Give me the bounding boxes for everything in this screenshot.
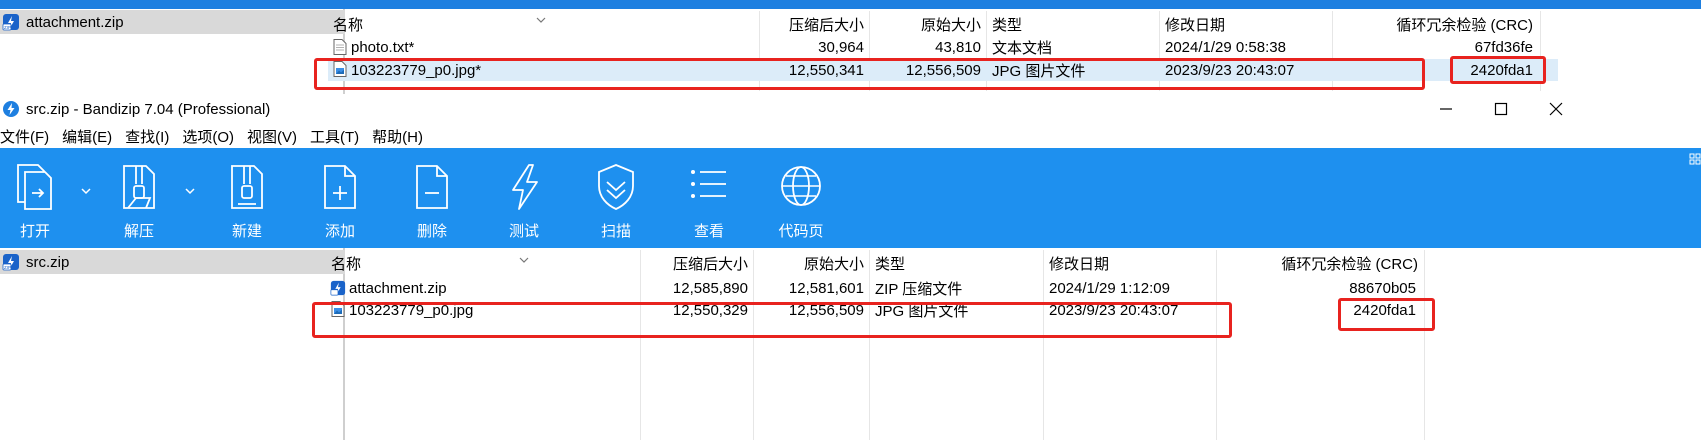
column-header-packed-size[interactable]: 压缩后大小 bbox=[648, 250, 748, 276]
menu-find[interactable]: 查找(I) bbox=[125, 126, 169, 147]
extract-button[interactable]: 解压 bbox=[98, 156, 180, 244]
add-file-icon bbox=[324, 165, 356, 209]
top-row-size: 43,810 bbox=[935, 38, 981, 56]
view-list-icon bbox=[691, 170, 726, 198]
delete-button[interactable]: 删除 bbox=[391, 156, 473, 244]
column-divider bbox=[1043, 250, 1044, 440]
file-row-type: ZIP 压缩文件 bbox=[875, 280, 963, 298]
sort-chevron-icon bbox=[536, 11, 546, 23]
column-header-type[interactable]: 类型 bbox=[992, 11, 1022, 37]
scan-label: 扫描 bbox=[600, 223, 631, 240]
column-divider bbox=[753, 250, 754, 440]
top-row-name[interactable]: photo.txt* bbox=[351, 36, 414, 58]
top-row-modified: 2024/1/29 0:58:38 bbox=[1165, 38, 1286, 56]
top-row-crc: 67fd36fe bbox=[1474, 38, 1533, 56]
extract-label: 解压 bbox=[123, 223, 154, 240]
column-header-type[interactable]: 类型 bbox=[875, 250, 905, 276]
close-button[interactable] bbox=[1541, 94, 1571, 124]
file-list bbox=[347, 248, 1701, 440]
tree-item-attachment-zip[interactable]: ZIP attachment.zip bbox=[0, 10, 345, 34]
minimize-icon bbox=[1440, 108, 1452, 110]
svg-text:ZIP: ZIP bbox=[4, 25, 11, 30]
tree-item-label: attachment.zip bbox=[26, 13, 124, 31]
scan-shield-icon bbox=[598, 164, 634, 210]
file-row-modified: 2024/1/29 1:12:09 bbox=[1049, 279, 1170, 297]
column-header-crc[interactable]: 循环冗余检验 (CRC) bbox=[1222, 250, 1418, 276]
file-row-size: 12,581,601 bbox=[788, 279, 864, 297]
minimize-button[interactable] bbox=[1431, 94, 1461, 124]
tree-item-label: src.zip bbox=[26, 253, 70, 271]
maximize-button[interactable] bbox=[1486, 94, 1516, 124]
layout-grid-icon[interactable] bbox=[1688, 152, 1701, 166]
bandizip-app-icon bbox=[2, 100, 20, 118]
menu-edit[interactable]: 编辑(E) bbox=[62, 126, 112, 147]
background-window-edge bbox=[0, 0, 1701, 9]
open-icon bbox=[17, 164, 52, 210]
new-archive-button[interactable]: 新建 bbox=[206, 156, 288, 244]
file-row-crc: 88670b05 bbox=[1349, 279, 1416, 297]
new-archive-label: 新建 bbox=[231, 223, 262, 240]
menu-options[interactable]: 选项(O) bbox=[182, 126, 234, 147]
tree-item-src-zip[interactable]: ZIP src.zip bbox=[0, 250, 345, 274]
zip-file-icon bbox=[330, 280, 346, 296]
column-divider bbox=[1216, 250, 1217, 440]
extract-icon bbox=[123, 165, 155, 209]
open-button[interactable]: 打开 bbox=[0, 156, 76, 244]
extract-dropdown-chevron-icon[interactable] bbox=[184, 184, 196, 196]
new-archive-icon bbox=[231, 165, 263, 209]
top-row-packed: 30,964 bbox=[818, 38, 864, 56]
maximize-icon bbox=[1494, 102, 1508, 116]
delete-file-icon bbox=[416, 165, 448, 209]
zip-archive-icon: ZIP bbox=[2, 253, 20, 271]
text-file-icon bbox=[333, 39, 347, 55]
column-header-modified[interactable]: 修改日期 bbox=[1049, 250, 1109, 276]
column-header-size[interactable]: 原始大小 bbox=[870, 11, 981, 37]
close-icon bbox=[1549, 102, 1563, 116]
column-header-modified[interactable]: 修改日期 bbox=[1165, 11, 1225, 37]
test-icon bbox=[512, 164, 538, 210]
column-header-name[interactable]: 名称 bbox=[331, 250, 361, 276]
sort-chevron-icon bbox=[519, 251, 529, 263]
column-header-size[interactable]: 原始大小 bbox=[758, 250, 864, 276]
toolbar: 打开 解压 新建 添加 删除 测试 扫描 查看 代码页 bbox=[0, 148, 1701, 248]
folder-tree: ZIP src.zip bbox=[0, 248, 345, 440]
column-divider bbox=[869, 250, 870, 440]
open-dropdown-chevron-icon[interactable] bbox=[80, 184, 92, 196]
add-label: 添加 bbox=[324, 223, 355, 240]
column-header-crc[interactable]: 循环冗余检验 (CRC) bbox=[1340, 11, 1533, 37]
column-divider bbox=[1424, 250, 1425, 440]
zip-archive-icon: ZIP bbox=[2, 13, 20, 31]
delete-label: 删除 bbox=[416, 223, 447, 240]
highlight-box-crc bbox=[1450, 56, 1546, 84]
test-label: 测试 bbox=[508, 223, 539, 240]
menu-bar: 文件(F) 编辑(E) 查找(I) 选项(O) 视图(V) 工具(T) 帮助(H… bbox=[0, 124, 1701, 148]
window-title: src.zip - Bandizip 7.04 (Professional) bbox=[26, 100, 271, 118]
column-divider bbox=[640, 250, 641, 440]
test-button[interactable]: 测试 bbox=[483, 156, 565, 244]
open-label: 打开 bbox=[19, 223, 50, 240]
codepage-globe-icon bbox=[781, 166, 821, 206]
codepage-label: 代码页 bbox=[778, 223, 824, 240]
highlight-box-row bbox=[312, 302, 1232, 338]
column-header-name[interactable]: 名称 bbox=[333, 11, 363, 37]
view-label: 查看 bbox=[693, 223, 724, 240]
column-header-packed-size[interactable]: 压缩后大小 bbox=[766, 11, 864, 37]
file-row-packed: 12,585,890 bbox=[672, 279, 748, 297]
scan-button[interactable]: 扫描 bbox=[575, 156, 657, 244]
background-folder-tree: ZIP attachment.zip bbox=[0, 9, 345, 94]
menu-tools[interactable]: 工具(T) bbox=[310, 126, 359, 147]
codepage-button[interactable]: 代码页 bbox=[760, 156, 842, 244]
highlight-box-row bbox=[314, 58, 1425, 90]
svg-text:ZIP: ZIP bbox=[4, 265, 11, 270]
menu-file[interactable]: 文件(F) bbox=[0, 126, 49, 147]
file-row-name[interactable]: attachment.zip bbox=[349, 277, 447, 299]
add-button[interactable]: 添加 bbox=[299, 156, 381, 244]
top-row-type: 文本文档 bbox=[992, 39, 1053, 57]
highlight-box-crc bbox=[1338, 298, 1435, 331]
menu-help[interactable]: 帮助(H) bbox=[372, 126, 423, 147]
view-button[interactable]: 查看 bbox=[668, 156, 750, 244]
menu-view[interactable]: 视图(V) bbox=[247, 126, 297, 147]
